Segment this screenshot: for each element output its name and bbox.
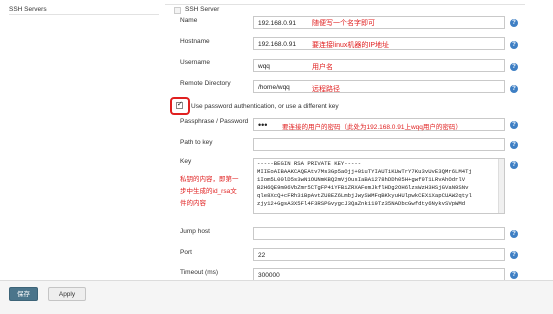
key-scrollbar[interactable] [498,159,504,213]
port-label: Port [180,249,192,256]
group-top-divider [165,4,525,5]
name-input[interactable]: 192.168.0.91 [253,16,505,29]
timeout-help-icon[interactable]: ? [510,271,518,279]
apply-button[interactable]: Apply [48,287,86,301]
jump-host-help-icon[interactable]: ? [510,230,518,238]
name-help-icon[interactable]: ? [510,19,518,27]
hostname-annotation: 要连接linux机器的IP地址 [312,42,390,49]
name-annotation: 随便写一个名字即可 [312,20,375,27]
key-line: 1Iom5L00lD5s3wN1OUNmKBQ2mVjOusIaBA1278hD… [257,176,466,183]
path-to-key-help-icon[interactable]: ? [510,141,518,149]
remote-directory-help-icon[interactable]: ? [510,85,518,93]
name-label: Name [180,17,198,24]
key-line: zjy12+GgsA3X5Fl4F3RSPGvygcJ3QaZnk119Tz35… [257,200,466,207]
key-label: Key [180,158,192,165]
group-title: SSH Server [185,6,220,13]
username-label: Username [180,59,210,66]
timeout-label: Timeout (ms) [180,269,219,276]
key-line: MIIEoAIBAAKCAQEAtv7Ms3Gp5aOjj+01uTYIAUTi… [257,168,472,175]
key-annotation: 私钥的内容，即第一 步中生成的id_rsa文 件的内容 [180,174,239,210]
save-button[interactable]: 保存 [9,287,38,301]
key-line: -----BEGIN RSA PRIVATE KEY----- [257,160,362,167]
use-password-label: Use password authentication, or use a di… [191,103,339,110]
remote-directory-annotation: 远程路径 [312,86,340,93]
section-divider [9,14,159,15]
check-mark-icon: ✓ [177,101,183,108]
remote-directory-input[interactable]: /home/wqq [253,80,505,93]
port-input[interactable]: 22 [253,248,505,261]
path-to-key-input[interactable] [253,138,505,151]
jump-host-input[interactable] [253,227,505,240]
username-annotation: 用户名 [312,64,333,71]
hostname-label: Hostname [180,38,210,45]
hostname-help-icon[interactable]: ? [510,41,518,49]
use-password-checkbox[interactable]: ✓ [176,101,183,109]
group-handle-icon [174,7,181,14]
port-help-icon[interactable]: ? [510,251,518,259]
key-help-icon[interactable]: ? [510,161,518,169]
key-line: qle8XcQ+cFRh3iBpAvtZU8EZ6LmbjJwySWMFqBKk… [257,192,472,199]
key-line: B2H6QE9m96VbZmr5CTgFP41YFBiZRXAFemJkflHD… [257,184,469,191]
key-annotation-line: 私钥的内容，即第一 [180,176,239,183]
path-to-key-label: Path to key [180,139,213,146]
key-annotation-line: 件的内容 [180,200,206,207]
jump-host-label: Jump host [180,228,210,235]
key-textarea[interactable]: -----BEGIN RSA PRIVATE KEY----- MIIEoAIB… [253,158,505,214]
passphrase-annotation: 要连接的用户的密码（此处为192.168.0.91上wqq用户的密码） [282,124,462,131]
passphrase-help-icon[interactable]: ? [510,121,518,129]
username-input[interactable]: wqq [253,59,505,72]
section-title: SSH Servers [9,6,47,13]
passphrase-label: Passphrase / Password [180,118,249,125]
key-annotation-line: 步中生成的id_rsa文 [180,188,237,195]
remote-directory-label: Remote Directory [180,80,231,87]
username-help-icon[interactable]: ? [510,63,518,71]
